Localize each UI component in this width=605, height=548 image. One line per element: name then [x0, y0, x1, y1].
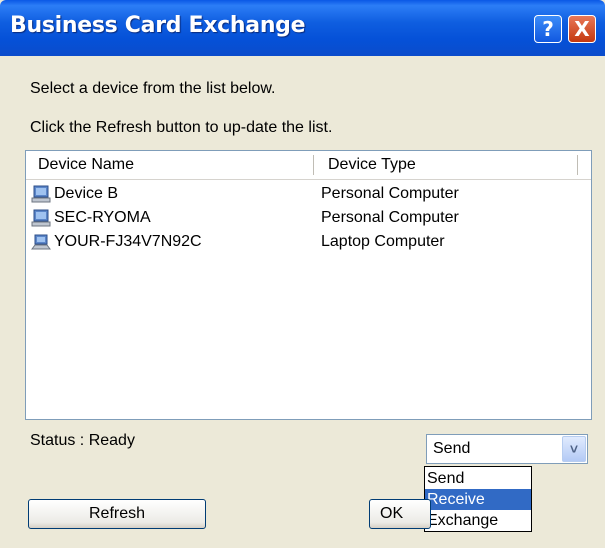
dropdown-button[interactable]: ˅: [562, 436, 586, 462]
list-item[interactable]: SEC-RYOMA Personal Computer: [26, 206, 591, 230]
dialog-window: Business Card Exchange ? X Select a devi…: [0, 0, 605, 548]
laptop-computer-icon: [31, 234, 51, 250]
dropdown-option-exchange[interactable]: Exchange: [425, 510, 531, 531]
device-name: YOUR-FJ34V7N92C: [54, 233, 202, 250]
window-title: Business Card Exchange: [10, 13, 306, 38]
device-name: Device B: [54, 185, 119, 202]
ok-button[interactable]: OK: [369, 499, 431, 529]
device-name: SEC-RYOMA: [54, 209, 151, 226]
instruction-line-2: Click the Refresh button to up-date the …: [30, 119, 333, 136]
refresh-button[interactable]: Refresh: [28, 499, 206, 529]
desktop-computer-icon: [31, 209, 51, 227]
device-type: Personal Computer: [321, 185, 459, 202]
instruction-line-1: Select a device from the list below.: [30, 80, 276, 97]
column-header-device-type[interactable]: Device Type: [328, 151, 416, 179]
mode-select[interactable]: Send ˅: [426, 434, 588, 464]
column-divider[interactable]: [577, 155, 578, 175]
device-type: Laptop Computer: [321, 233, 445, 250]
mode-select-value: Send: [433, 440, 471, 457]
column-divider[interactable]: [313, 155, 314, 175]
close-button[interactable]: X: [568, 15, 596, 43]
device-type: Personal Computer: [321, 209, 459, 226]
device-list[interactable]: Device Name Device Type Device B Persona…: [25, 150, 592, 420]
status-text: Status : Ready: [30, 432, 135, 449]
list-header: Device Name Device Type: [26, 151, 591, 180]
desktop-computer-icon: [31, 185, 51, 203]
close-icon: X: [574, 17, 590, 41]
chevron-down-icon: ˅: [569, 441, 579, 457]
title-bar[interactable]: Business Card Exchange ? X: [0, 0, 605, 56]
column-header-device-name[interactable]: Device Name: [38, 151, 134, 179]
mode-dropdown-list: Send Receive Exchange: [424, 466, 532, 532]
list-item[interactable]: Device B Personal Computer: [26, 182, 591, 206]
list-item[interactable]: YOUR-FJ34V7N92C Laptop Computer: [26, 230, 591, 254]
help-icon: ?: [542, 17, 554, 41]
dropdown-option-send[interactable]: Send: [425, 468, 531, 489]
help-button[interactable]: ?: [534, 15, 562, 43]
dropdown-option-receive[interactable]: Receive: [425, 489, 531, 510]
